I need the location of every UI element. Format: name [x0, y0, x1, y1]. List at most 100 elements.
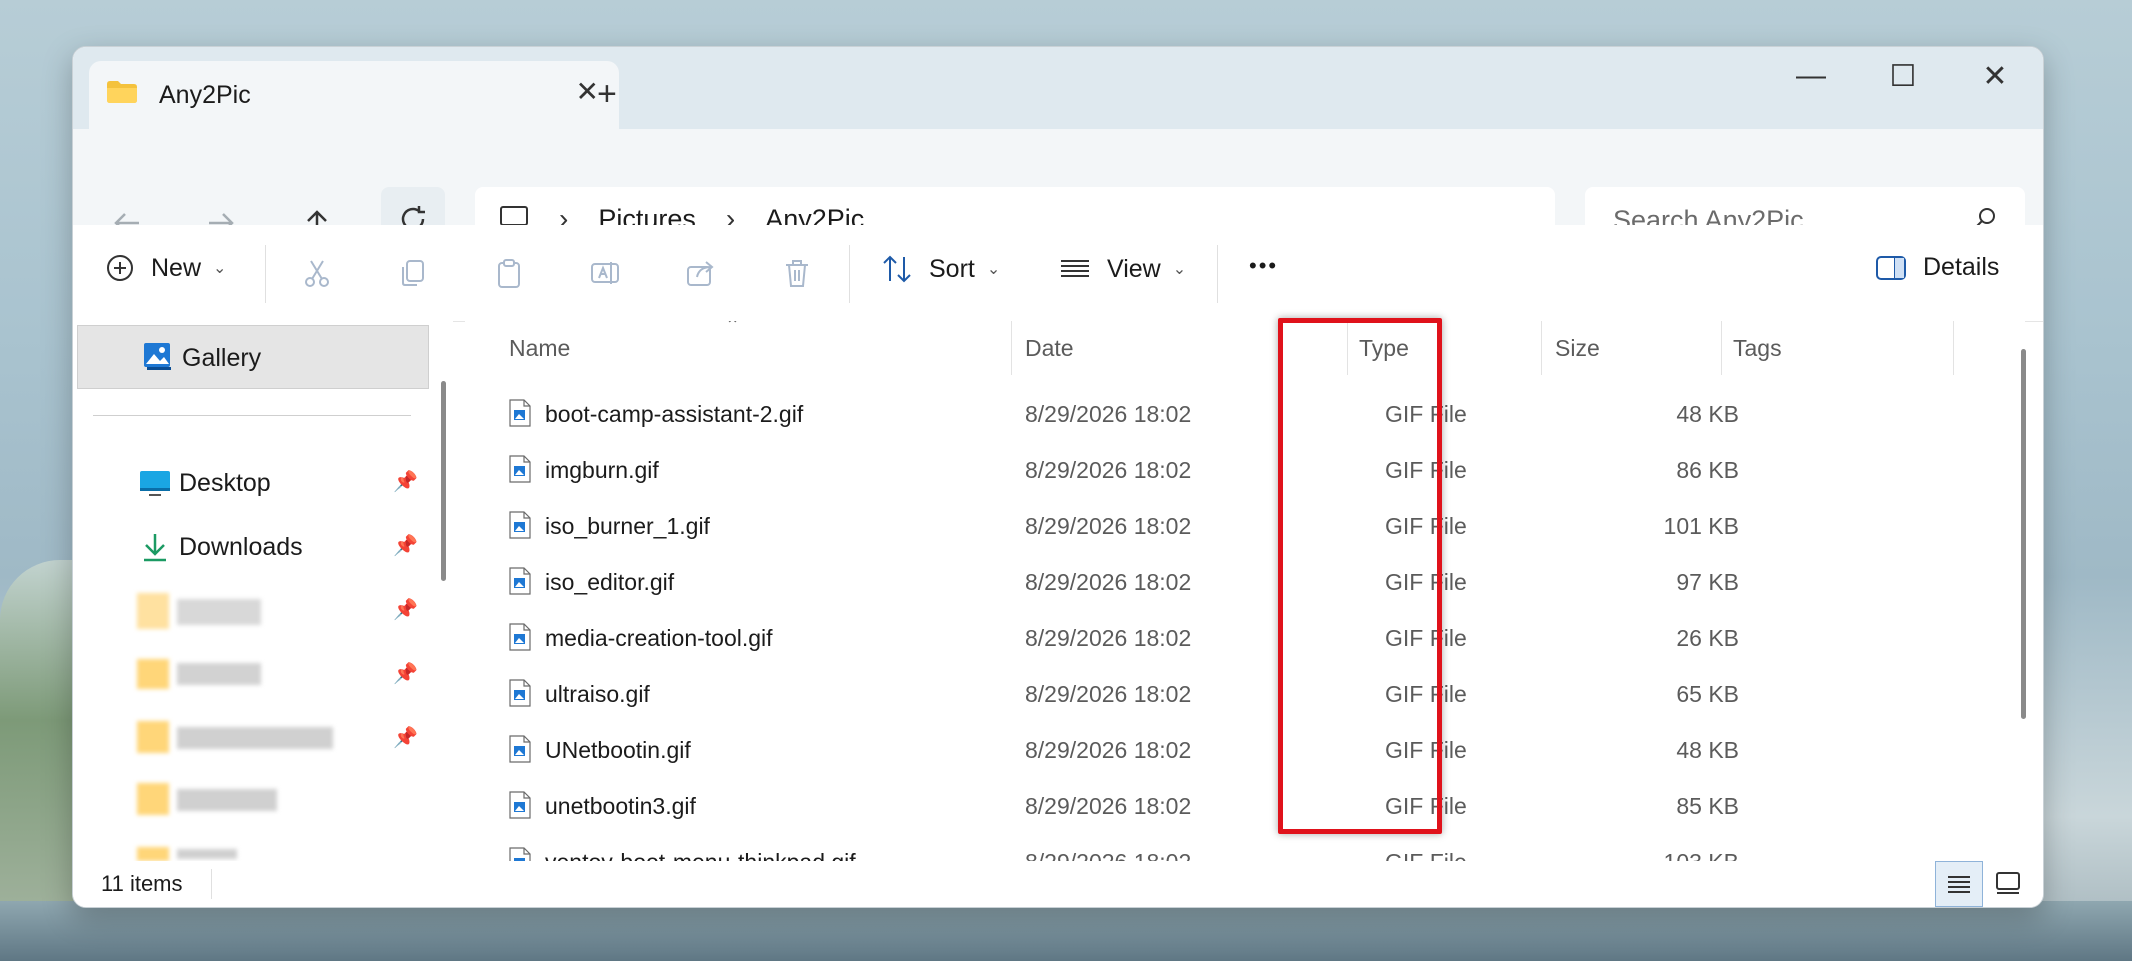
tab-any2pic[interactable]: Any2Pic ✕	[89, 61, 619, 129]
file-explorer-window: Any2Pic ✕ + — ☐ ✕ › Pictures › Any2Pic S…	[72, 46, 2044, 908]
file-name: unetbootin3.gif	[545, 793, 696, 819]
redacted-sidebar-item[interactable]	[137, 593, 261, 629]
table-row[interactable]: UNetbootin.gif 8/29/2026 18:02 GIF File …	[465, 725, 2005, 781]
minimize-button[interactable]: —	[1781, 59, 1841, 93]
more-icon: •••	[1249, 253, 1279, 278]
gallery-icon	[144, 343, 171, 370]
cut-button[interactable]	[295, 251, 339, 295]
new-label: New	[151, 253, 202, 282]
file-size: 85 KB	[1676, 793, 1739, 819]
plus-circle-icon	[107, 255, 133, 281]
table-row[interactable]: boot-camp-assistant-2.gif 8/29/2026 18:0…	[465, 389, 2005, 445]
chevron-down-icon: ⌄	[213, 260, 227, 277]
details-label: Details	[1923, 253, 2000, 281]
sort-ascending-icon: ⌃	[725, 321, 741, 335]
new-tab-button[interactable]: +	[597, 75, 617, 114]
file-list: ⌃ Name Date Type Size Tags boot-camp-ass…	[465, 321, 2025, 861]
item-count: 11 items	[101, 871, 183, 896]
more-options-button[interactable]: •••	[1249, 253, 1278, 279]
table-row[interactable]: iso_burner_1.gif 8/29/2026 18:02 GIF Fil…	[465, 501, 2005, 557]
sidebar-scrollbar[interactable]	[441, 381, 446, 581]
pin-icon[interactable]: 📌	[393, 661, 418, 686]
table-row[interactable]: ultraiso.gif 8/29/2026 18:02 GIF File 65…	[465, 669, 2005, 725]
details-view-icon	[1948, 876, 1970, 893]
wallpaper-water	[0, 901, 2132, 961]
gif-file-icon	[509, 679, 531, 707]
close-tab-button[interactable]: ✕	[576, 75, 599, 108]
file-date: 8/29/2026 18:02	[1025, 681, 1192, 707]
file-size: 101 KB	[1663, 513, 1739, 539]
file-list-scrollbar[interactable]	[2021, 349, 2026, 719]
close-window-button[interactable]: ✕	[1965, 59, 2025, 94]
file-name: boot-camp-assistant-2.gif	[545, 401, 804, 427]
delete-button[interactable]	[775, 251, 819, 295]
sidebar-item-gallery[interactable]: Gallery	[77, 325, 429, 389]
sidebar-item-label: Desktop	[179, 468, 271, 497]
details-pane-button[interactable]: Details	[1875, 253, 1999, 282]
toolbar-divider	[265, 245, 266, 303]
list-view-icon	[1061, 260, 1089, 277]
folder-icon	[107, 81, 137, 103]
file-size: 48 KB	[1676, 401, 1739, 427]
gif-file-icon	[509, 455, 531, 483]
file-type: GIF File	[1385, 849, 1467, 861]
desktop-icon	[139, 467, 171, 499]
pin-icon[interactable]: 📌	[393, 533, 418, 558]
column-header-size[interactable]: Size	[1555, 335, 1600, 362]
sort-icon	[883, 255, 911, 283]
copy-icon	[402, 260, 424, 286]
column-divider[interactable]	[1011, 321, 1012, 375]
sidebar-item-downloads[interactable]: Downloads	[139, 527, 303, 567]
redacted-sidebar-item[interactable]	[137, 781, 277, 817]
file-date: 8/29/2026 18:02	[1025, 625, 1192, 651]
share-button[interactable]	[679, 251, 723, 295]
table-row[interactable]: unetbootin3.gif 8/29/2026 18:02 GIF File…	[465, 781, 2005, 837]
command-bar: New ⌄ Sort ⌄ View ⌄ ••• Details	[73, 225, 2043, 322]
tab-title: Any2Pic	[159, 81, 251, 109]
details-view-button[interactable]	[1935, 861, 1983, 907]
paste-button[interactable]	[487, 251, 531, 295]
file-date: 8/29/2026 18:02	[1025, 401, 1192, 427]
type-column-highlight	[1278, 318, 1442, 834]
gif-file-icon	[509, 567, 531, 595]
column-header-name[interactable]: Name	[509, 335, 570, 362]
navigation-pane: Gallery Desktop 📌 Downloads 📌 📌 📌 📌	[73, 321, 453, 861]
column-header-tags[interactable]: Tags	[1733, 335, 1782, 362]
pin-icon[interactable]: 📌	[393, 597, 418, 622]
sidebar-item-label: Downloads	[179, 532, 303, 561]
sort-button[interactable]: Sort ⌄	[881, 253, 1000, 285]
view-label: View	[1107, 254, 1161, 283]
file-size: 65 KB	[1676, 681, 1739, 707]
title-bar: Any2Pic ✕ + — ☐ ✕	[73, 47, 2043, 129]
column-divider[interactable]	[1721, 321, 1722, 375]
pin-icon[interactable]: 📌	[393, 725, 418, 750]
column-header-date[interactable]: Date	[1025, 335, 1074, 362]
column-divider[interactable]	[1541, 321, 1542, 375]
rename-button[interactable]	[583, 251, 627, 295]
column-divider[interactable]	[1953, 321, 1954, 375]
pin-icon[interactable]: 📌	[393, 469, 418, 494]
table-row[interactable]: media-creation-tool.gif 8/29/2026 18:02 …	[465, 613, 2005, 669]
file-date: 8/29/2026 18:02	[1025, 457, 1192, 483]
new-button[interactable]: New ⌄	[105, 253, 226, 283]
large-icons-view-button[interactable]	[1985, 861, 2031, 905]
redacted-sidebar-item[interactable]	[137, 843, 237, 861]
clipboard-icon	[498, 259, 520, 288]
scissors-icon	[305, 260, 329, 287]
redacted-sidebar-item[interactable]	[137, 719, 333, 755]
view-button[interactable]: View ⌄	[1059, 253, 1186, 285]
table-row[interactable]: ventoy-boot-menu-thinkpad.gif 8/29/2026 …	[465, 837, 2005, 861]
table-row[interactable]: iso_editor.gif 8/29/2026 18:02 GIF File …	[465, 557, 2005, 613]
share-icon	[687, 261, 714, 286]
chevron-down-icon: ⌄	[1172, 261, 1187, 278]
toolbar-divider	[849, 245, 850, 303]
file-date: 8/29/2026 18:02	[1025, 793, 1192, 819]
copy-button[interactable]	[391, 251, 435, 295]
sidebar-item-desktop[interactable]: Desktop	[139, 463, 271, 503]
gif-file-icon	[509, 399, 531, 427]
table-row[interactable]: imgburn.gif 8/29/2026 18:02 GIF File 86 …	[465, 445, 2005, 501]
toolbar-divider	[1217, 245, 1218, 303]
gif-file-icon	[509, 511, 531, 539]
redacted-sidebar-item[interactable]	[137, 655, 261, 691]
maximize-button[interactable]: ☐	[1873, 59, 1933, 94]
